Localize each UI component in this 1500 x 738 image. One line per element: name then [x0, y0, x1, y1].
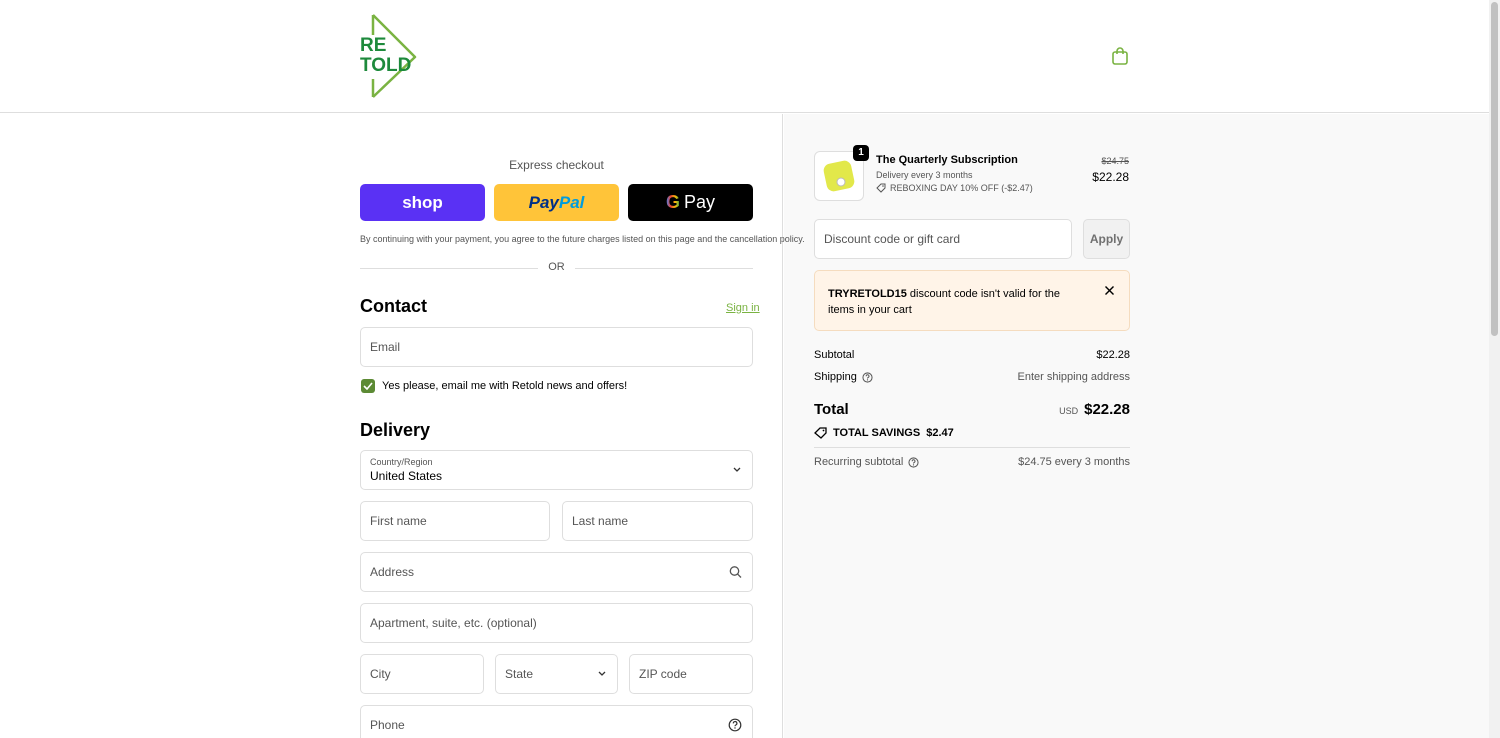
zip-placeholder: ZIP code: [639, 667, 687, 681]
retold-logo[interactable]: RE TOLD: [358, 13, 418, 99]
product-price: $22.28: [1092, 170, 1129, 184]
site-header: RE TOLD: [0, 0, 1489, 113]
discount-placeholder: Discount code or gift card: [824, 232, 961, 246]
help-icon[interactable]: [728, 718, 742, 732]
newsletter-checkbox[interactable]: [361, 379, 375, 393]
google-g-icon: G: [665, 192, 680, 212]
scrollbar-thumb[interactable]: [1491, 2, 1498, 336]
or-divider: OR: [360, 261, 753, 275]
product-discount: REBOXING DAY 10% OFF (-$2.47): [876, 183, 1033, 193]
country-label: Country/Region: [370, 457, 433, 467]
recurring-label: Recurring subtotal: [814, 456, 904, 468]
address-placeholder: Address: [370, 565, 415, 579]
express-checkout-label: Express checkout: [509, 158, 604, 172]
delivery-heading: Delivery: [360, 420, 431, 440]
currency-code: USD: [1059, 406, 1079, 416]
chevron-down-icon: [733, 467, 741, 472]
last-name-placeholder: Last name: [572, 514, 629, 528]
apartment-field[interactable]: Apartment, suite, etc. (optional): [360, 603, 753, 643]
shipping-label: Shipping: [814, 371, 857, 383]
shopping-bag-icon[interactable]: [1111, 46, 1129, 66]
google-pay-button[interactable]: G Pay: [628, 184, 753, 221]
chevron-down-icon: [598, 671, 606, 676]
sign-in-link[interactable]: Sign in: [726, 302, 760, 314]
newsletter-label: Yes please, email me with Retold news an…: [382, 380, 628, 392]
savings-value: $2.47: [926, 427, 954, 439]
search-icon[interactable]: [729, 566, 742, 579]
paypal-label-pay: Pay: [528, 192, 559, 212]
newsletter-option[interactable]: Yes please, email me with Retold news an…: [361, 379, 627, 393]
total-savings: TOTAL SAVINGS $2.47: [814, 427, 954, 439]
email-field[interactable]: Email: [360, 327, 753, 367]
subtotal-label: Subtotal: [814, 349, 855, 361]
quantity-badge: 1: [853, 145, 869, 161]
gpay-label: Pay: [683, 192, 716, 212]
alert-code: TRYRETOLD15: [828, 288, 907, 300]
email-placeholder: Email: [370, 340, 401, 354]
country-select[interactable]: Country/Region United States: [360, 450, 753, 490]
help-icon[interactable]: [862, 372, 873, 383]
recurring-value: $24.75 every 3 months: [1018, 456, 1130, 468]
paypal-button[interactable]: Pay Pal: [494, 184, 619, 221]
city-placeholder: City: [370, 667, 391, 681]
shop-pay-button[interactable]: shop: [360, 184, 485, 221]
product-discount-text: REBOXING DAY 10% OFF (-$2.47): [890, 183, 1033, 193]
paypal-label-pal: Pal: [558, 192, 585, 212]
country-value: United States: [370, 469, 443, 483]
discount-code-input[interactable]: Discount code or gift card: [814, 219, 1072, 259]
shipping-value: Enter shipping address: [1017, 371, 1130, 383]
address-field[interactable]: Address: [360, 552, 753, 592]
shipping-row: Shipping Enter shipping address: [814, 371, 1130, 383]
state-placeholder: State: [505, 667, 534, 681]
apartment-placeholder: Apartment, suite, etc. (optional): [370, 616, 537, 630]
help-icon[interactable]: [908, 457, 919, 468]
order-summary-panel: [784, 114, 1489, 738]
phone-placeholder: Phone: [370, 718, 405, 732]
phone-field[interactable]: Phone: [360, 705, 753, 738]
page-scrollbar[interactable]: [1489, 0, 1500, 738]
logo-text-re: RE: [360, 35, 387, 56]
product-original-price: $24.75: [1101, 156, 1129, 166]
contact-heading: Contact: [360, 296, 427, 316]
first-name-field[interactable]: First name: [360, 501, 550, 541]
last-name-field[interactable]: Last name: [562, 501, 753, 541]
savings-label: TOTAL SAVINGS: [833, 427, 921, 439]
recurring-subtotal-row: Recurring subtotal $24.75 every 3 months: [814, 456, 1130, 468]
summary-divider: [814, 447, 1130, 448]
product-delivery-frequency: Delivery every 3 months: [876, 170, 973, 180]
subtotal-row: Subtotal $22.28: [814, 349, 1130, 361]
payment-consent-text: By continuing with your payment, you agr…: [360, 234, 805, 244]
first-name-placeholder: First name: [370, 514, 427, 528]
apply-discount-button[interactable]: Apply: [1083, 219, 1130, 259]
product-title: The Quarterly Subscription: [876, 154, 1018, 166]
discount-error-alert: TRYRETOLD15 discount code isn't valid fo…: [814, 270, 1130, 331]
subtotal-value: $22.28: [1096, 349, 1130, 361]
logo-text-told: TOLD: [360, 55, 412, 76]
total-row: Total USD $22.28: [814, 401, 1130, 418]
total-value: $22.28: [1084, 401, 1130, 418]
total-label: Total: [814, 401, 849, 418]
tag-icon: [814, 427, 827, 439]
tag-icon: [876, 183, 886, 193]
zip-code-field[interactable]: ZIP code: [629, 654, 753, 694]
close-icon[interactable]: [1104, 285, 1115, 296]
city-field[interactable]: City: [360, 654, 484, 694]
or-label: OR: [548, 261, 565, 273]
state-select[interactable]: State: [495, 654, 618, 694]
